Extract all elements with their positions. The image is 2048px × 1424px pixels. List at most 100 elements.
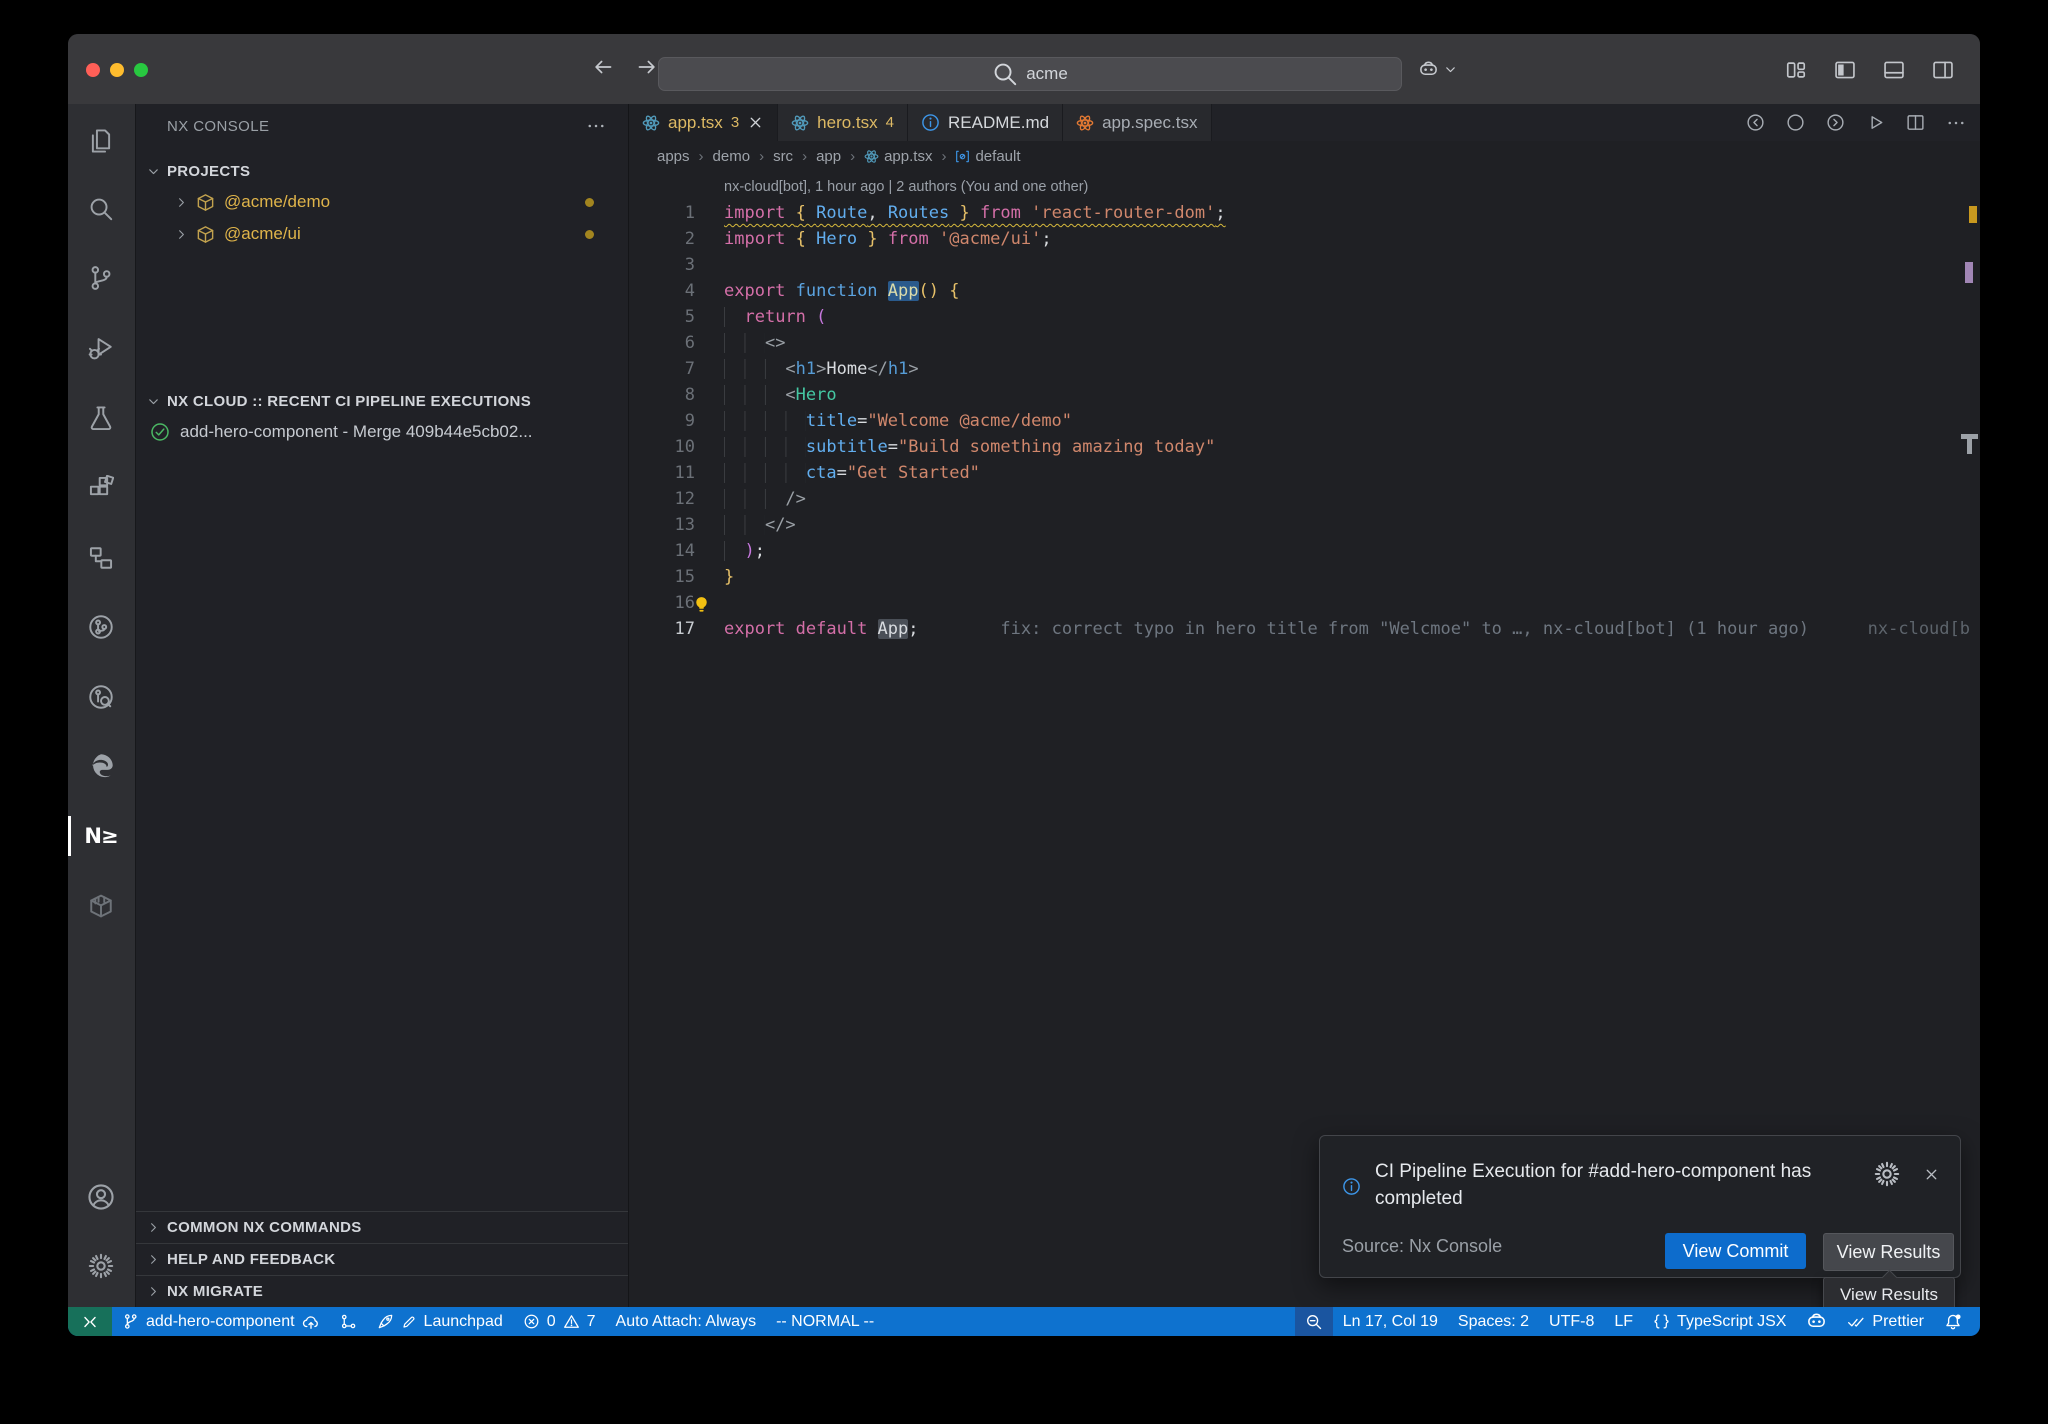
code-line: 13 </> <box>629 512 1980 538</box>
tab-hero.tsx[interactable]: hero.tsx4 <box>778 104 908 141</box>
status-branch-status[interactable]: add-hero-component <box>112 1307 330 1336</box>
cloud-upload-icon <box>302 1313 320 1331</box>
section-nx-migrate[interactable]: NX MIGRATE <box>136 1275 628 1307</box>
activity-item-edge[interactable] <box>68 742 134 790</box>
activity-item-testing[interactable] <box>68 394 134 442</box>
toggle-panel-icon[interactable] <box>1883 59 1905 81</box>
status-notifications-bell[interactable] <box>1934 1307 1972 1336</box>
activity-item-extensions[interactable] <box>68 464 134 512</box>
copilot-icon[interactable] <box>1418 59 1439 80</box>
activity-item-account[interactable] <box>68 1173 134 1221</box>
circle-outline-icon[interactable] <box>1786 113 1805 132</box>
notification-message: CI Pipeline Execution for #add-hero-comp… <box>1375 1158 1860 1212</box>
activity-item-debug[interactable] <box>68 324 134 372</box>
activity-item-package[interactable] <box>68 882 134 930</box>
codelens-blame[interactable]: nx-cloud[bot], 1 hour ago | 2 authors (Y… <box>724 179 1088 195</box>
status-encoding[interactable]: UTF-8 <box>1539 1307 1604 1336</box>
pipeline-item[interactable]: add-hero-component - Merge 409b44e5cb02.… <box>136 416 628 448</box>
activity-item-org-chart[interactable] <box>68 534 134 582</box>
breadcrumb-item-src[interactable]: src <box>773 148 793 165</box>
project-item[interactable]: @acme/ui <box>136 218 628 250</box>
search-icon <box>992 61 1018 87</box>
status-remote-indicator[interactable] <box>68 1307 112 1336</box>
activity-item-gear[interactable] <box>68 1242 134 1290</box>
chevron-right-icon <box>146 1252 161 1267</box>
breadcrumb-separator: › <box>941 148 946 165</box>
code-line: 9 title="Welcome @acme/demo" <box>629 408 1980 434</box>
status-language-mode[interactable]: TypeScript JSX <box>1643 1307 1796 1336</box>
close-window-button[interactable] <box>86 63 100 77</box>
breadcrumb-item-default[interactable]: default <box>955 148 1020 165</box>
breadcrumb-item-demo[interactable]: demo <box>713 148 751 165</box>
status-formatter[interactable]: Prettier <box>1837 1307 1934 1336</box>
copilot-icon <box>1806 1311 1827 1332</box>
status-bar: add-hero-component Launchpad07Auto Attach… <box>68 1307 1980 1336</box>
code-line: 11 cta="Get Started" <box>629 460 1980 486</box>
code-line: 2import { Hero } from '@acme/ui'; <box>629 226 1980 252</box>
status-cursor-position[interactable]: Ln 17, Col 19 <box>1333 1307 1448 1336</box>
zoom-window-button[interactable] <box>134 63 148 77</box>
section-help-and-feedback[interactable]: HELP AND FEEDBACK <box>136 1243 628 1275</box>
gear-icon[interactable] <box>1873 1160 1901 1188</box>
line-number: 16 <box>629 590 695 616</box>
minimize-window-button[interactable] <box>110 63 124 77</box>
status-auto-attach[interactable]: Auto Attach: Always <box>606 1307 767 1336</box>
source-control-icon <box>88 265 114 291</box>
status-eol[interactable]: LF <box>1604 1307 1643 1336</box>
command-center-search[interactable]: acme <box>658 57 1402 91</box>
breadcrumb-item-apps[interactable]: apps <box>657 148 690 165</box>
status-zoom-indicator[interactable] <box>1295 1307 1333 1336</box>
section-nx-cloud[interactable]: NX CLOUD :: RECENT CI PIPELINE EXECUTION… <box>136 386 628 416</box>
view-results-button[interactable]: View Results <box>1823 1233 1954 1271</box>
view-commit-button[interactable]: View Commit <box>1665 1233 1806 1269</box>
customize-layout-icon[interactable] <box>1785 59 1807 81</box>
nav-back-icon[interactable] <box>1746 113 1765 132</box>
more-actions-icon[interactable] <box>586 116 606 136</box>
activity-item-gitlens[interactable] <box>68 603 134 651</box>
toggle-secondary-sidebar-icon[interactable] <box>1932 59 1954 81</box>
tab-label: app.tsx <box>668 113 723 133</box>
run-icon[interactable] <box>1866 113 1885 132</box>
more-actions-icon[interactable] <box>1946 113 1966 133</box>
status-vim-mode[interactable]: -- NORMAL -- <box>766 1307 884 1336</box>
toggle-primary-sidebar-icon[interactable] <box>1834 59 1856 81</box>
activity-item-gitlens-inspect[interactable] <box>68 673 134 721</box>
activity-item-source-control[interactable] <box>68 254 134 302</box>
close-icon[interactable] <box>1923 1160 1940 1188</box>
history-forward-icon[interactable] <box>636 56 658 78</box>
line-number: 12 <box>629 486 695 512</box>
activity-item-search[interactable] <box>68 185 134 233</box>
project-item[interactable]: @acme/demo <box>136 186 628 218</box>
code-line: 6 <> <box>629 330 1980 356</box>
activity-item-nx-logo[interactable]: N≥ <box>68 812 134 860</box>
nav-forward-icon[interactable] <box>1826 113 1845 132</box>
info-icon <box>921 113 940 132</box>
close-icon[interactable] <box>747 114 764 131</box>
status-launchpad[interactable]: Launchpad <box>367 1307 513 1336</box>
line-number: 4 <box>629 278 695 304</box>
package-icon <box>88 893 114 919</box>
symbol-module-icon <box>955 149 970 164</box>
extensions-icon <box>88 475 114 501</box>
split-editor-icon[interactable] <box>1906 113 1925 132</box>
status-indentation[interactable]: Spaces: 2 <box>1448 1307 1539 1336</box>
status-problems[interactable]: 07 <box>513 1307 606 1336</box>
line-number: 17 <box>629 616 695 642</box>
tab-app.spec.tsx[interactable]: app.spec.tsx <box>1063 104 1211 141</box>
chevron-down-icon[interactable] <box>1443 62 1458 77</box>
tab-README.md[interactable]: README.md <box>908 104 1063 141</box>
breadcrumb-item-app.tsx[interactable]: app.tsx <box>864 148 932 165</box>
activity-item-files[interactable] <box>68 117 134 165</box>
section-common-nx-commands[interactable]: COMMON NX COMMANDS <box>136 1211 628 1243</box>
history-back-icon[interactable] <box>592 56 614 78</box>
tab-app.tsx[interactable]: app.tsx3 <box>629 104 778 141</box>
line-number: 6 <box>629 330 695 356</box>
status-copilot-status[interactable] <box>1796 1307 1837 1336</box>
breadcrumb-item-app[interactable]: app <box>816 148 841 165</box>
section-projects[interactable]: PROJECTS <box>136 156 628 186</box>
status-git-graph[interactable] <box>330 1307 367 1336</box>
gitlens-inspect-icon <box>88 684 114 710</box>
line-number: 1 <box>629 200 695 226</box>
branch-icon <box>122 1313 139 1330</box>
git-graph-icon <box>340 1313 357 1330</box>
